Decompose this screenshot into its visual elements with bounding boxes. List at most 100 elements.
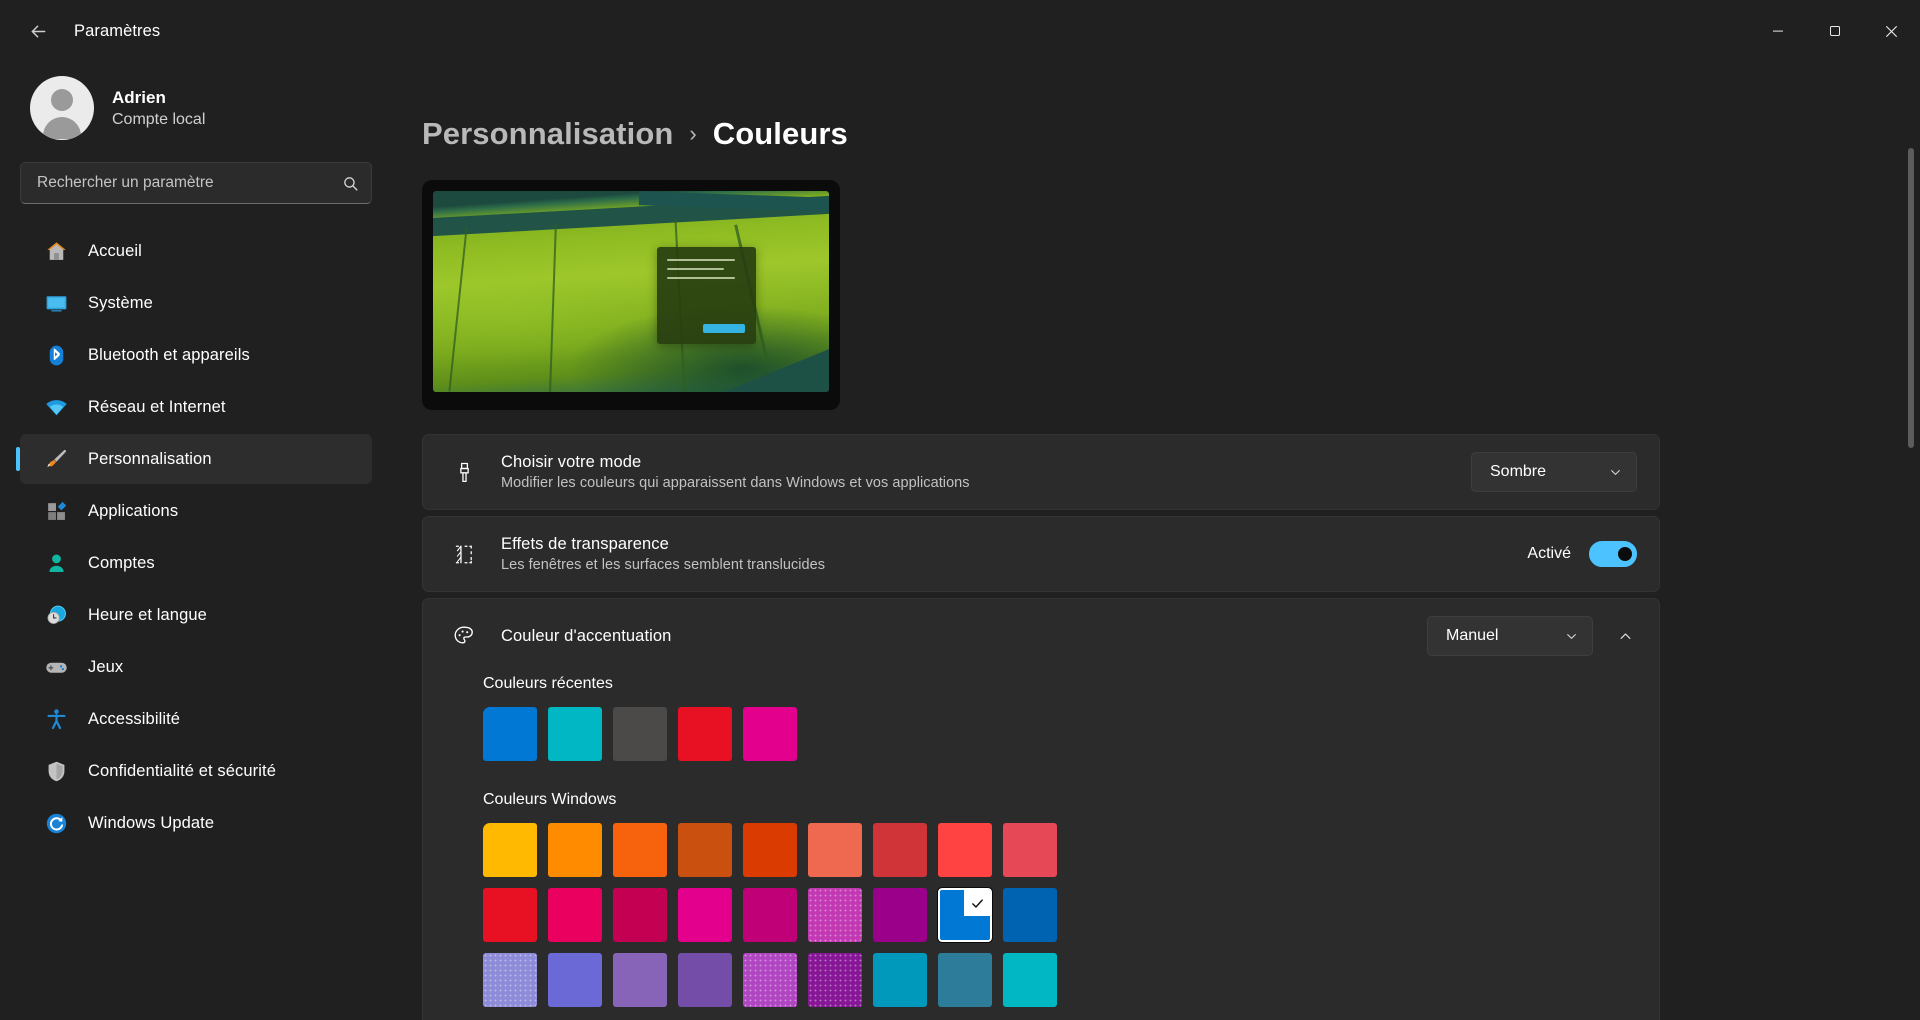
transparency-card: Effets de transparence Les fenêtres et l… <box>422 516 1660 592</box>
sidebar-nav: Accueil Système <box>20 226 372 848</box>
windows-color-swatch[interactable] <box>548 888 602 942</box>
sidebar-item-windows-update[interactable]: Windows Update <box>20 798 372 848</box>
maximize-icon <box>1829 25 1841 37</box>
accent-text: Couleur d'accentuation <box>501 627 1405 646</box>
search-icon[interactable] <box>342 175 359 192</box>
windows-color-swatch[interactable] <box>483 823 537 877</box>
sidebar-item-comptes[interactable]: Comptes <box>20 538 372 588</box>
windows-color-swatch[interactable] <box>613 953 667 1007</box>
sidebar-item-accueil[interactable]: Accueil <box>20 226 372 276</box>
mode-dropdown-value: Sombre <box>1490 463 1546 481</box>
transparency-state-label: Activé <box>1527 545 1571 563</box>
preview-text-line <box>667 277 735 279</box>
sidebar-item-confidentialite[interactable]: Confidentialité et sécurité <box>20 746 372 796</box>
close-icon <box>1885 25 1898 38</box>
content-area: Personnalisation › Couleurs <box>392 62 1920 1020</box>
accent-collapse-button[interactable] <box>1607 618 1643 654</box>
windows-color-swatch[interactable] <box>743 953 797 1007</box>
minimize-button[interactable] <box>1749 0 1806 62</box>
preview-text-line <box>667 259 735 261</box>
content-scrollbar[interactable] <box>1908 62 1914 1020</box>
transparency-controls: Activé <box>1527 541 1637 567</box>
sidebar-item-label: Jeux <box>88 658 123 677</box>
sidebar-item-applications[interactable]: Applications <box>20 486 372 536</box>
windows-color-swatch[interactable] <box>613 888 667 942</box>
mode-card: Choisir votre mode Modifier les couleurs… <box>422 434 1660 510</box>
sidebar-item-bluetooth[interactable]: Bluetooth et appareils <box>20 330 372 380</box>
sidebar-item-heure-langue[interactable]: Heure et langue <box>20 590 372 640</box>
accent-mode-dropdown[interactable]: Manuel <box>1427 616 1593 656</box>
windows-color-swatch-selected[interactable] <box>938 888 992 942</box>
windows-color-swatch[interactable] <box>938 823 992 877</box>
transparency-toggle[interactable] <box>1589 541 1637 567</box>
windows-color-swatch[interactable] <box>873 953 927 1007</box>
sidebar-item-systeme[interactable]: Système <box>20 278 372 328</box>
sidebar-item-jeux[interactable]: Jeux <box>20 642 372 692</box>
back-button[interactable] <box>16 12 60 50</box>
windows-color-swatch[interactable] <box>548 823 602 877</box>
arrow-left-icon <box>28 21 49 42</box>
search-box[interactable] <box>20 162 372 204</box>
avatar <box>30 76 94 140</box>
theme-preview <box>422 180 840 410</box>
breadcrumb-separator-icon: › <box>689 121 696 147</box>
close-button[interactable] <box>1863 0 1920 62</box>
windows-color-swatch[interactable] <box>808 888 862 942</box>
windows-color-swatch[interactable] <box>613 823 667 877</box>
windows-colors-row <box>483 823 1633 877</box>
sidebar-item-label: Heure et langue <box>88 606 207 625</box>
caption-buttons <box>1749 0 1920 62</box>
preview-accent-swatch <box>703 324 745 333</box>
scrollbar-thumb[interactable] <box>1908 148 1914 448</box>
sidebar-item-accessibilite[interactable]: Accessibilité <box>20 694 372 744</box>
search-input[interactable] <box>37 174 342 192</box>
maximize-button[interactable] <box>1806 0 1863 62</box>
transparency-title: Effets de transparence <box>501 535 1505 554</box>
windows-color-swatch[interactable] <box>678 953 732 1007</box>
windows-color-swatch[interactable] <box>483 953 537 1007</box>
windows-color-swatch[interactable] <box>548 953 602 1007</box>
sidebar-item-personnalisation[interactable]: Personnalisation <box>20 434 372 484</box>
transparency-subtitle: Les fenêtres et les surfaces semblent tr… <box>501 557 1505 573</box>
windows-color-swatch[interactable] <box>483 888 537 942</box>
recent-color-swatch[interactable] <box>678 707 732 761</box>
windows-color-swatch[interactable] <box>808 823 862 877</box>
account-block[interactable]: Adrien Compte local <box>20 62 372 156</box>
recent-color-swatch[interactable] <box>743 707 797 761</box>
paintbrush-icon <box>43 446 69 472</box>
mode-row: Choisir votre mode Modifier les couleurs… <box>423 435 1659 509</box>
windows-color-swatch[interactable] <box>873 888 927 942</box>
windows-color-swatch[interactable] <box>938 953 992 1007</box>
preview-window-mock <box>657 247 756 343</box>
chevron-up-icon <box>1618 629 1633 644</box>
sidebar-item-reseau[interactable]: Réseau et Internet <box>20 382 372 432</box>
windows-color-swatch[interactable] <box>1003 888 1057 942</box>
windows-color-swatch[interactable] <box>678 823 732 877</box>
windows-color-swatch[interactable] <box>1003 953 1057 1007</box>
windows-color-swatch[interactable] <box>743 823 797 877</box>
windows-color-swatch[interactable] <box>873 823 927 877</box>
accent-card: Couleur d'accentuation Manuel <box>422 598 1660 1020</box>
windows-color-swatch[interactable] <box>743 888 797 942</box>
gamepad-icon <box>43 654 69 680</box>
accent-title: Couleur d'accentuation <box>501 627 1405 646</box>
transparency-text: Effets de transparence Les fenêtres et l… <box>501 535 1505 573</box>
windows-color-swatch[interactable] <box>678 888 732 942</box>
swatch-texture <box>483 953 537 1007</box>
sidebar-item-label: Réseau et Internet <box>88 398 226 417</box>
breadcrumb-parent[interactable]: Personnalisation <box>422 116 673 152</box>
transparency-row: Effets de transparence Les fenêtres et l… <box>423 517 1659 591</box>
title-bar: Paramètres <box>0 0 1920 62</box>
recent-color-swatch[interactable] <box>613 707 667 761</box>
recent-color-swatch[interactable] <box>548 707 602 761</box>
windows-color-swatch[interactable] <box>808 953 862 1007</box>
mode-dropdown[interactable]: Sombre <box>1471 452 1637 492</box>
windows-color-swatch[interactable] <box>1003 823 1057 877</box>
sidebar: Adrien Compte local <box>0 62 392 1020</box>
sidebar-item-label: Comptes <box>88 554 155 573</box>
system-icon <box>43 290 69 316</box>
accent-mode-value: Manuel <box>1446 627 1498 645</box>
recent-color-swatch[interactable] <box>483 707 537 761</box>
window-title: Paramètres <box>74 22 160 41</box>
apps-icon <box>43 498 69 524</box>
